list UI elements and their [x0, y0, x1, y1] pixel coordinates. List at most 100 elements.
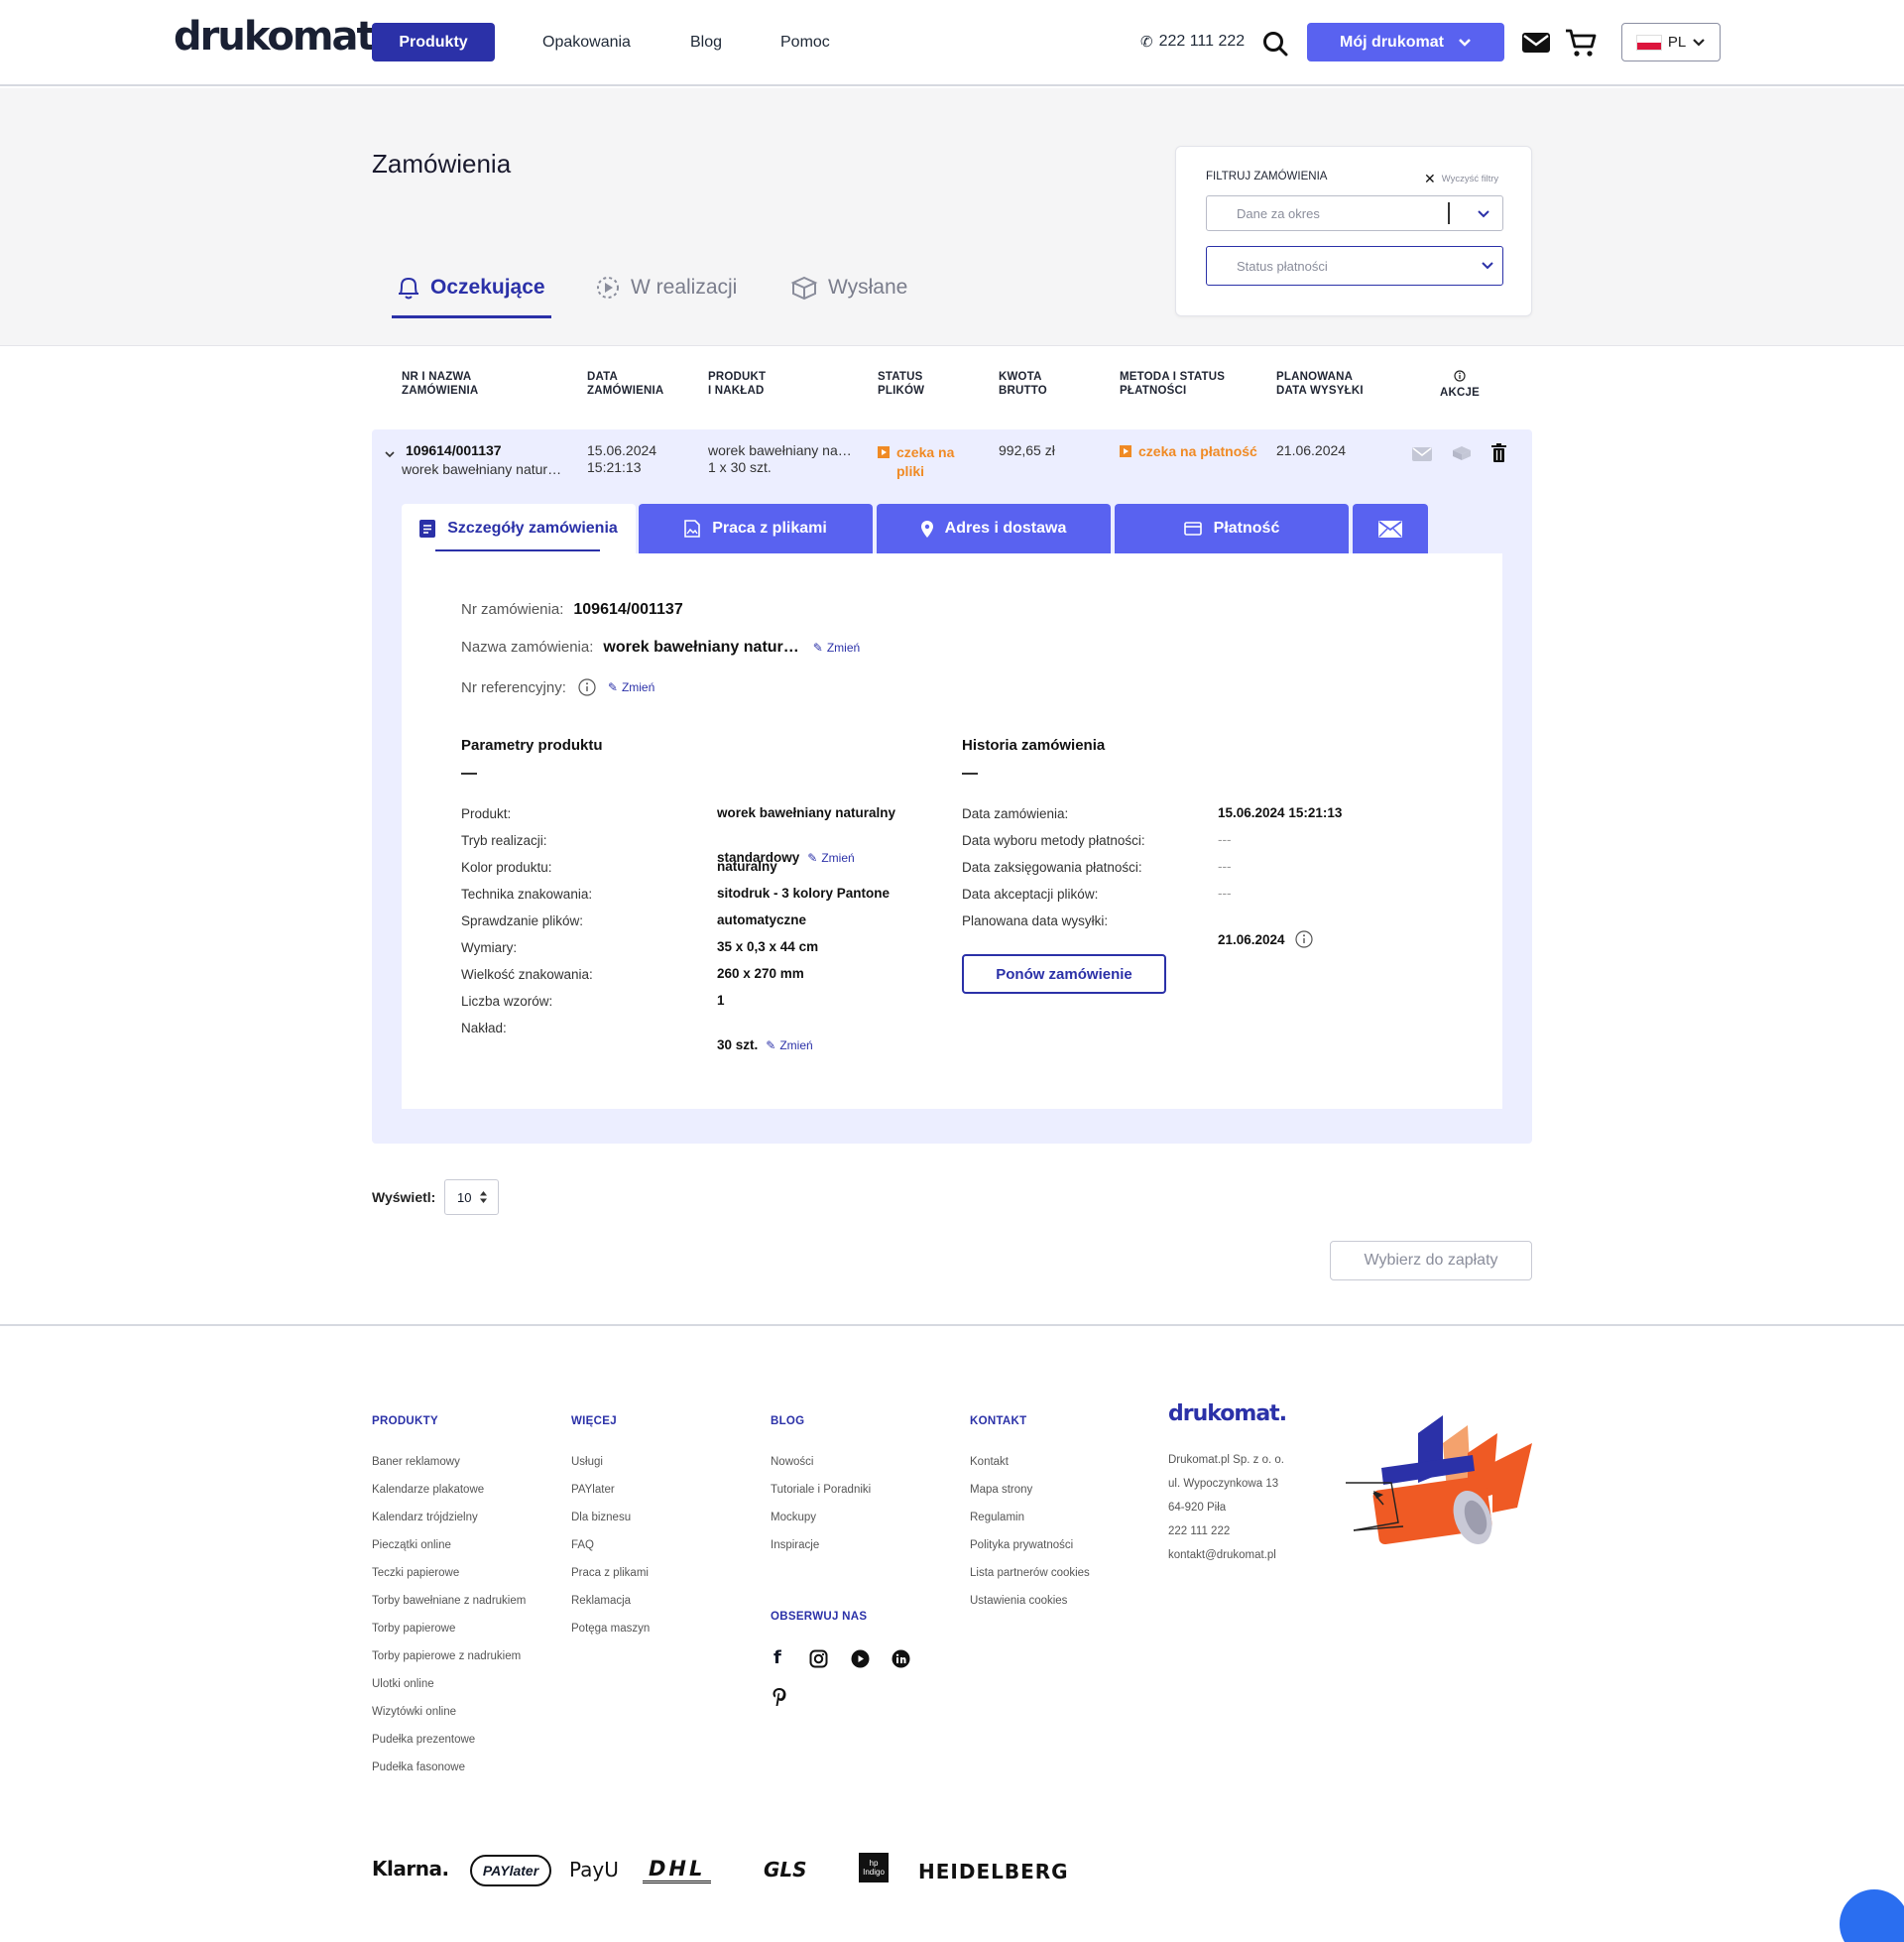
footer-link[interactable]: Praca z plikami	[571, 1559, 650, 1587]
mail-icon[interactable]	[1522, 33, 1550, 58]
nav-produkty[interactable]: Produkty	[372, 23, 495, 61]
hp-indigo-logo: hp Indigo	[859, 1853, 889, 1882]
tab-shipped-label: Wysłane	[828, 276, 908, 299]
play-status-icon	[1120, 445, 1131, 457]
period-select[interactable]: Dane za okres	[1206, 195, 1503, 231]
footer-link[interactable]: Regulamin	[970, 1504, 1090, 1531]
my-account-button[interactable]: Mój drukomat	[1307, 23, 1504, 61]
address-line[interactable]: 222 111 222	[1168, 1519, 1284, 1543]
footer-link[interactable]: FAQ	[571, 1531, 650, 1559]
footer-link[interactable]: Reklamacja	[571, 1587, 650, 1615]
cart-icon[interactable]	[1565, 27, 1597, 63]
order-number-value: 109614/001137	[573, 601, 683, 618]
footer-link[interactable]: Torby papierowe z nadrukiem	[372, 1642, 526, 1670]
footer-col-contact: KONTAKT Kontakt Mapa strony Regulamin Po…	[970, 1415, 1090, 1615]
tab-files[interactable]: Praca z plikami	[639, 504, 873, 553]
footer-link[interactable]: Wizytówki online	[372, 1698, 526, 1726]
youtube-icon[interactable]	[851, 1649, 870, 1668]
footer-link[interactable]: Tutoriale i Poradniki	[771, 1476, 871, 1504]
edit-ref-number-link[interactable]: ✎ Zmień	[608, 680, 654, 694]
chevron-down-icon	[385, 451, 395, 458]
follow-us-heading: OBSERWUJ NAS	[771, 1611, 868, 1623]
footer-link[interactable]: Kalendarz trójdzielny	[372, 1504, 526, 1531]
info-icon[interactable]	[578, 678, 596, 696]
footer-link[interactable]: Pieczątki online	[372, 1531, 526, 1559]
instagram-icon[interactable]	[809, 1649, 828, 1668]
info-icon[interactable]	[1294, 930, 1313, 948]
footer-link[interactable]: Torby bawełniane z nadrukiem	[372, 1587, 526, 1615]
edit-quantity-link[interactable]: ✎ Zmień	[766, 1038, 812, 1052]
edit-order-name-link[interactable]: ✎ Zmień	[813, 641, 860, 655]
dhl-logo: DHL	[643, 1857, 712, 1883]
footer-link[interactable]: Mockupy	[771, 1504, 871, 1531]
footer-link[interactable]: Nowości	[771, 1448, 871, 1476]
ship-date: 21.06.2024	[1276, 442, 1347, 458]
tab-pending[interactable]: Oczekujące	[397, 275, 545, 301]
search-icon[interactable]	[1262, 31, 1288, 61]
footer-link[interactable]: Potęga maszyn	[571, 1615, 650, 1642]
footer-link[interactable]: Pudełka prezentowe	[372, 1726, 526, 1754]
payment-status-select[interactable]: Status płatności	[1206, 246, 1503, 286]
footer-link[interactable]: Polityka prywatności	[970, 1531, 1090, 1559]
credit-card-icon	[1183, 522, 1202, 536]
section-dash	[962, 773, 978, 775]
klarna-logo: Klarna.	[372, 1857, 449, 1881]
nav-opakowania[interactable]: Opakowania	[542, 34, 631, 52]
footer-link[interactable]: Usługi	[571, 1448, 650, 1476]
footer-link[interactable]: Baner reklamowy	[372, 1448, 526, 1476]
phone-link[interactable]: ✆ 222 111 222	[1140, 33, 1245, 51]
tab-active-underline	[392, 315, 551, 318]
footer-link[interactable]: PAYlater	[571, 1476, 650, 1504]
order-number[interactable]: 109614/001137	[406, 442, 502, 459]
param-row: Wymiary: 35 x 0,3 x 44 cm	[461, 939, 819, 955]
order-number-row: Nr zamówienia: 109614/001137	[461, 601, 683, 619]
collapse-row-toggle[interactable]	[385, 445, 395, 463]
select-to-pay-button[interactable]: Wybierz do zapłaty	[1330, 1241, 1532, 1280]
page-size-select[interactable]: 10	[444, 1179, 499, 1215]
footer-link[interactable]: Ustawienia cookies	[970, 1587, 1090, 1615]
footer-link[interactable]: Ulotki online	[372, 1670, 526, 1698]
box-action-icon[interactable]	[1452, 445, 1472, 466]
footer-link[interactable]: Torby papierowe	[372, 1615, 526, 1642]
facebook-icon[interactable]: f	[774, 1647, 781, 1668]
address-line[interactable]: kontakt@drukomat.pl	[1168, 1543, 1284, 1567]
language-selector[interactable]: PL	[1621, 23, 1721, 61]
phone-icon: ✆	[1140, 34, 1153, 51]
payment-status: czeka na płatność	[1120, 443, 1257, 459]
nav-blog[interactable]: Blog	[690, 34, 722, 52]
tab-in-progress[interactable]: W realizacji	[595, 275, 737, 301]
tab-order-details[interactable]: Szczegóły zamówienia	[402, 504, 636, 553]
tab-address[interactable]: Adres i dostawa	[877, 504, 1111, 553]
chevron-down-icon	[1478, 210, 1489, 218]
tab-shipped[interactable]: Wysłane	[790, 275, 907, 301]
site-logo[interactable]: drukomat.	[174, 14, 389, 60]
tab-payment[interactable]: Płatność	[1115, 504, 1349, 553]
tab-messages[interactable]	[1353, 504, 1428, 553]
col-header-ship: PLANOWANA DATA WYSYŁKI	[1276, 371, 1364, 397]
footer-divider	[0, 1324, 1904, 1326]
footer-link[interactable]: Kontakt	[970, 1448, 1090, 1476]
order-name-label: Nazwa zamówienia:	[461, 639, 594, 656]
footer-col-more: WIĘCEJ Usługi PAYlater Dla biznesu FAQ P…	[571, 1415, 650, 1642]
footer-link[interactable]: Kalendarze plakatowe	[372, 1476, 526, 1504]
footer-link[interactable]: Lista partnerów cookies	[970, 1559, 1090, 1587]
reorder-button[interactable]: Ponów zamówienie	[962, 954, 1166, 994]
footer-link[interactable]: Dla biznesu	[571, 1504, 650, 1531]
pinterest-icon[interactable]	[772, 1687, 787, 1707]
page-title: Zamówienia	[372, 149, 512, 179]
footer-link[interactable]: Pudełka fasonowe	[372, 1754, 526, 1781]
footer-link[interactable]: Inspiracje	[771, 1531, 871, 1559]
tab-in-progress-label: W realizacji	[631, 276, 738, 299]
mail-action-icon[interactable]	[1412, 447, 1432, 466]
clear-filters-button[interactable]: ✕ Wyczyść filtry	[1424, 171, 1498, 187]
footer-logo[interactable]: drukomat.	[1168, 1401, 1287, 1426]
footer-link[interactable]: Mapa strony	[970, 1476, 1090, 1504]
footer-link[interactable]: Teczki papierowe	[372, 1559, 526, 1587]
printer-illustration	[1346, 1415, 1532, 1545]
nav-pomoc[interactable]: Pomoc	[780, 34, 830, 52]
linkedin-icon[interactable]	[892, 1649, 910, 1668]
chat-widget-button[interactable]	[1840, 1889, 1904, 1942]
history-row: Data zamówienia: 15.06.2024 15:21:13	[962, 805, 1343, 821]
gls-logo: GLS	[764, 1858, 807, 1881]
trash-icon[interactable]	[1491, 443, 1506, 467]
